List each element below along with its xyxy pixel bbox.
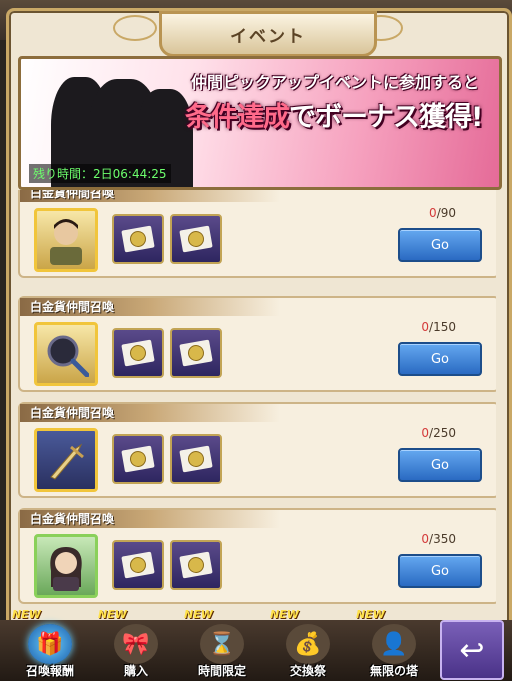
return-arrow-icon: ↩ <box>459 632 485 668</box>
title-plate: イベント <box>159 11 377 57</box>
mission-title: 白金貨仲間召喚 <box>20 404 280 422</box>
event-banner[interactable]: 仲間ピックアップイベントに参加すると 条件達成でボーナス獲得! 残り時間：2日0… <box>18 56 502 190</box>
go-button[interactable]: Go <box>398 342 482 376</box>
hourglass-icon: ⌛ <box>200 624 244 664</box>
portrait-man-icon <box>34 208 98 272</box>
bottom-nav: NEW 🎁 召喚報酬 NEW 🎀 購入 NEW ⌛ 時間限定 NEW 💰 交換祭… <box>0 608 512 681</box>
mission-row: 白金貨仲間召喚 0/150 Go <box>18 296 496 392</box>
ticket-icon <box>170 214 222 264</box>
mission-list[interactable]: 白金貨仲間召喚 0/90 Go 白金貨仲間召喚 0/150 Go 白金貨仲間召喚… <box>18 190 496 622</box>
mission-row: 白金貨仲間召喚 0/250 Go <box>18 402 496 498</box>
ticket-icon <box>170 434 222 484</box>
mission-row: 白金貨仲間召喚 0/90 Go <box>18 190 496 278</box>
ticket-icon <box>170 540 222 590</box>
mission-title: 白金貨仲間召喚 <box>20 510 280 528</box>
remaining-time: 残り時間：2日06:44:25 <box>29 164 171 183</box>
ticket-icon <box>112 214 164 264</box>
new-badge: NEW <box>270 608 299 621</box>
ticket-icon <box>112 434 164 484</box>
mission-title: 白金貨仲間召喚 <box>20 298 280 316</box>
treasure-chest-icon: 💰 <box>286 624 330 664</box>
banner-subheadline: 条件達成でボーナス獲得! <box>185 102 483 133</box>
mission-row: 白金貨仲間召喚 0/350 Go <box>18 508 496 604</box>
go-button[interactable]: Go <box>398 448 482 482</box>
dagger-icon <box>34 428 98 492</box>
gift-hammer-icon: 🎁 <box>28 624 72 664</box>
mission-progress: 0/350 <box>421 532 456 546</box>
gift-box-icon: 🎀 <box>114 624 158 664</box>
character-avatar-icon: 👤 <box>372 624 416 664</box>
go-button[interactable]: Go <box>398 554 482 588</box>
new-badge: NEW <box>12 608 41 621</box>
nav-summon-reward[interactable]: NEW 🎁 召喚報酬 <box>10 608 90 681</box>
ticket-icon <box>112 328 164 378</box>
ornament-left <box>113 15 157 41</box>
back-button[interactable]: ↩ <box>440 620 504 680</box>
ticket-icon <box>112 540 164 590</box>
mission-progress: 0/90 <box>429 206 456 220</box>
ticket-icon <box>170 328 222 378</box>
mission-progress: 0/150 <box>421 320 456 334</box>
new-badge: NEW <box>98 608 127 621</box>
mission-title: 白金貨仲間召喚 <box>20 190 280 202</box>
nav-infinite-tower[interactable]: NEW 👤 無限の塔 <box>354 608 434 681</box>
nav-exchange-festival[interactable]: NEW 💰 交換祭 <box>268 608 348 681</box>
go-button[interactable]: Go <box>398 228 482 262</box>
mission-progress: 0/250 <box>421 426 456 440</box>
portrait-woman-icon <box>34 534 98 598</box>
new-badge: NEW <box>184 608 213 621</box>
page-title: イベント <box>230 26 306 47</box>
banner-headline: 仲間ピックアップイベントに参加すると <box>191 73 480 92</box>
new-badge: NEW <box>356 608 385 621</box>
frying-pan-icon <box>34 322 98 386</box>
nav-limited-time[interactable]: NEW ⌛ 時間限定 <box>182 608 262 681</box>
nav-purchase[interactable]: NEW 🎀 購入 <box>96 608 176 681</box>
